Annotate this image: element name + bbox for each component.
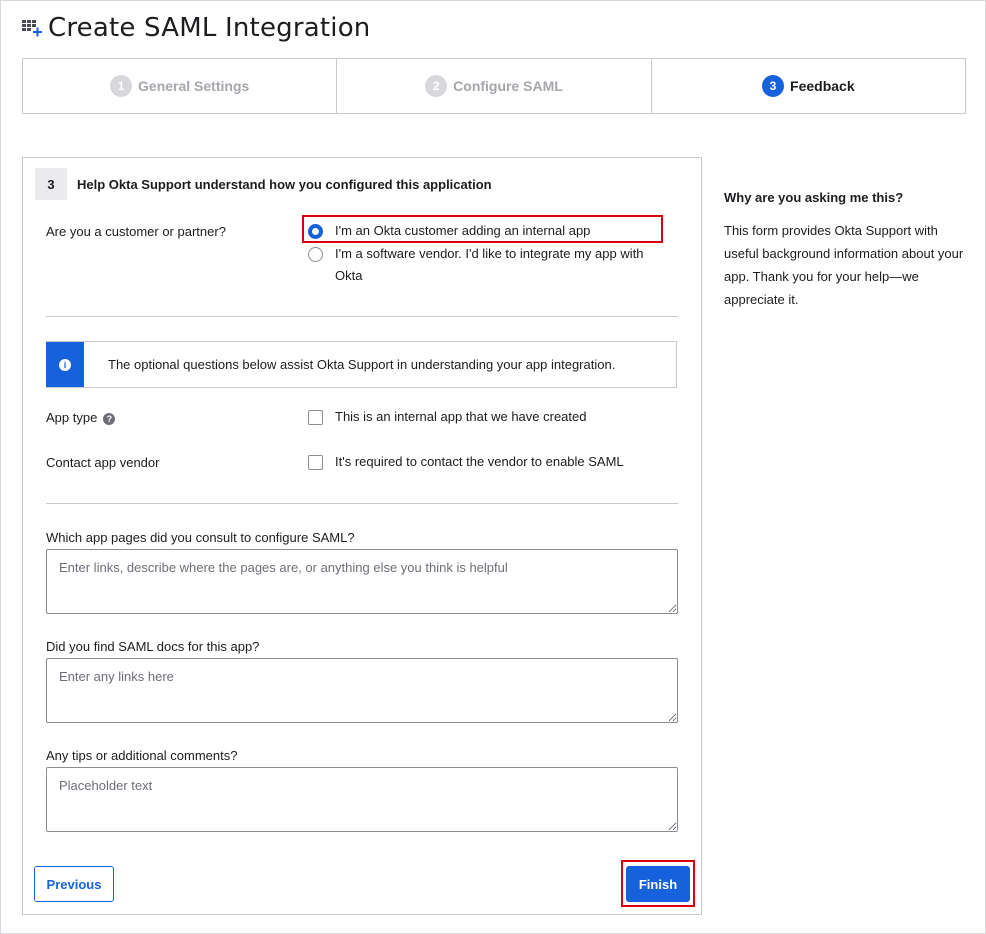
help-text: This form provides Okta Support with use…: [724, 223, 964, 307]
step-number: 1: [110, 75, 133, 97]
step-number: 3: [762, 75, 785, 97]
panel-header: 3 Help Okta Support understand how you c…: [35, 168, 492, 200]
radio-button[interactable]: [308, 224, 323, 239]
step-label: Configure SAML: [453, 78, 563, 94]
info-text: The optional questions below assist Okta…: [108, 357, 616, 372]
radio-button[interactable]: [308, 247, 323, 262]
feedback-form-panel: 3 Help Okta Support understand how you c…: [22, 157, 702, 915]
step-general-settings[interactable]: 1 General Settings: [23, 59, 338, 113]
section-divider: [46, 503, 678, 504]
step-configure-saml[interactable]: 2 Configure SAML: [337, 59, 652, 113]
finish-button[interactable]: Finish: [626, 866, 690, 902]
app-grid-add-icon: [20, 16, 46, 40]
help-icon[interactable]: ?: [103, 412, 116, 425]
page-title: Create SAML Integration: [48, 13, 371, 43]
radio-label-line2: Okta: [335, 268, 363, 283]
info-bar: i: [46, 342, 84, 387]
section-divider: [46, 316, 678, 317]
tips-textarea[interactable]: [46, 767, 678, 832]
docs-textarea[interactable]: [46, 658, 678, 723]
section-number: 3: [35, 168, 67, 200]
step-label: Feedback: [790, 78, 855, 94]
pages-label: Which app pages did you consult to confi…: [46, 530, 355, 545]
checkbox[interactable]: [308, 410, 323, 425]
radio-option-vendor[interactable]: I'm a software vendor. I'd like to integ…: [308, 243, 643, 287]
radio-label: I'm an Okta customer adding an internal …: [335, 223, 591, 238]
page-header: Create SAML Integration: [20, 10, 370, 46]
checkbox[interactable]: [308, 455, 323, 470]
help-sidebar: Why are you asking me this? This form pr…: [724, 190, 964, 311]
customer-partner-label: Are you a customer or partner?: [46, 224, 226, 239]
step-label: General Settings: [138, 78, 250, 94]
info-icon: i: [59, 358, 71, 371]
app-type-label: App type?: [46, 410, 116, 425]
radio-label: I'm a software vendor. I'd like to integ…: [335, 243, 643, 287]
previous-button[interactable]: Previous: [34, 866, 114, 902]
checkbox-label: It's required to contact the vendor to e…: [335, 454, 624, 469]
checkbox-internal-app[interactable]: This is an internal app that we have cre…: [308, 406, 586, 428]
docs-label: Did you find SAML docs for this app?: [46, 639, 260, 654]
info-callout: i The optional questions below assist Ok…: [46, 341, 677, 388]
tips-label: Any tips or additional comments?: [46, 748, 238, 763]
checkbox-label: This is an internal app that we have cre…: [335, 409, 587, 424]
radio-label-line1: I'm a software vendor. I'd like to integ…: [335, 246, 644, 261]
step-feedback[interactable]: 3 Feedback: [652, 59, 965, 113]
section-title: Help Okta Support understand how you con…: [77, 176, 492, 192]
checkbox-contact-vendor[interactable]: It's required to contact the vendor to e…: [308, 451, 624, 473]
contact-vendor-label: Contact app vendor: [46, 455, 160, 470]
wizard-stepper: 1 General Settings 2 Configure SAML 3 Fe…: [22, 58, 966, 114]
step-number: 2: [425, 75, 448, 97]
app-type-label-text: App type: [46, 410, 98, 425]
radio-option-customer[interactable]: I'm an Okta customer adding an internal …: [308, 220, 590, 242]
pages-textarea[interactable]: [46, 549, 678, 614]
help-title: Why are you asking me this?: [724, 190, 904, 205]
